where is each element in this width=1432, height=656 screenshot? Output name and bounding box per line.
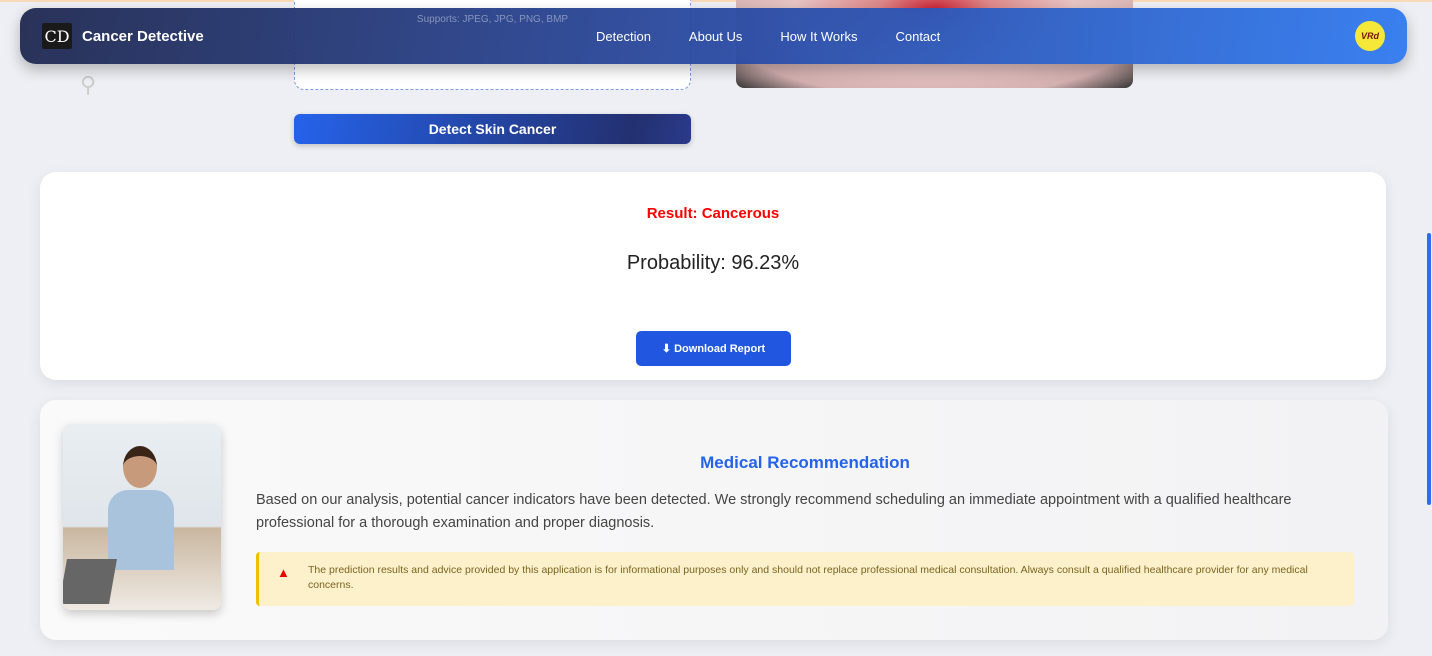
- result-card: Result: Cancerous Probability: 96.23% ⬇ …: [40, 172, 1386, 380]
- recommendation-heading: Medical Recommendation: [700, 453, 910, 472]
- download-report-button[interactable]: ⬇ Download Report: [636, 331, 791, 366]
- logo[interactable]: CD: [42, 23, 72, 49]
- supported-formats: Supports: JPEG, JPG, PNG, BMP: [416, 14, 569, 25]
- recommendation-card: Medical Recommendation Based on our anal…: [40, 400, 1388, 640]
- nav-about-us[interactable]: About Us: [689, 29, 742, 44]
- detect-skin-cancer-button[interactable]: Detect Skin Cancer: [294, 114, 691, 144]
- probability: Probability: 96.23%: [626, 252, 800, 274]
- result-title: Result: Cancerous: [646, 205, 780, 222]
- user-avatar[interactable]: VRd: [1355, 21, 1385, 51]
- disclaimer-text: The prediction results and advice provid…: [308, 564, 1308, 591]
- nav-how-it-works[interactable]: How It Works: [780, 29, 857, 44]
- scrollbar[interactable]: [1427, 233, 1431, 505]
- recommendation-text: Based on our analysis, potential cancer …: [256, 492, 1292, 531]
- microscope-icon: ⚲: [80, 72, 97, 97]
- navbar: CD Cancer Detective Detection About Us H…: [20, 8, 1407, 64]
- nav-contact[interactable]: Contact: [895, 29, 940, 44]
- disclaimer-alert: ▲ The prediction results and advice prov…: [256, 552, 1354, 606]
- brand-name[interactable]: Cancer Detective: [82, 28, 204, 45]
- download-label: Download Report: [674, 343, 766, 355]
- nav-detection[interactable]: Detection: [596, 29, 651, 44]
- top-border: [0, 0, 1432, 2]
- warning-icon: ▲: [277, 565, 290, 580]
- download-icon: ⬇: [661, 343, 672, 355]
- doctor-image: [63, 424, 221, 610]
